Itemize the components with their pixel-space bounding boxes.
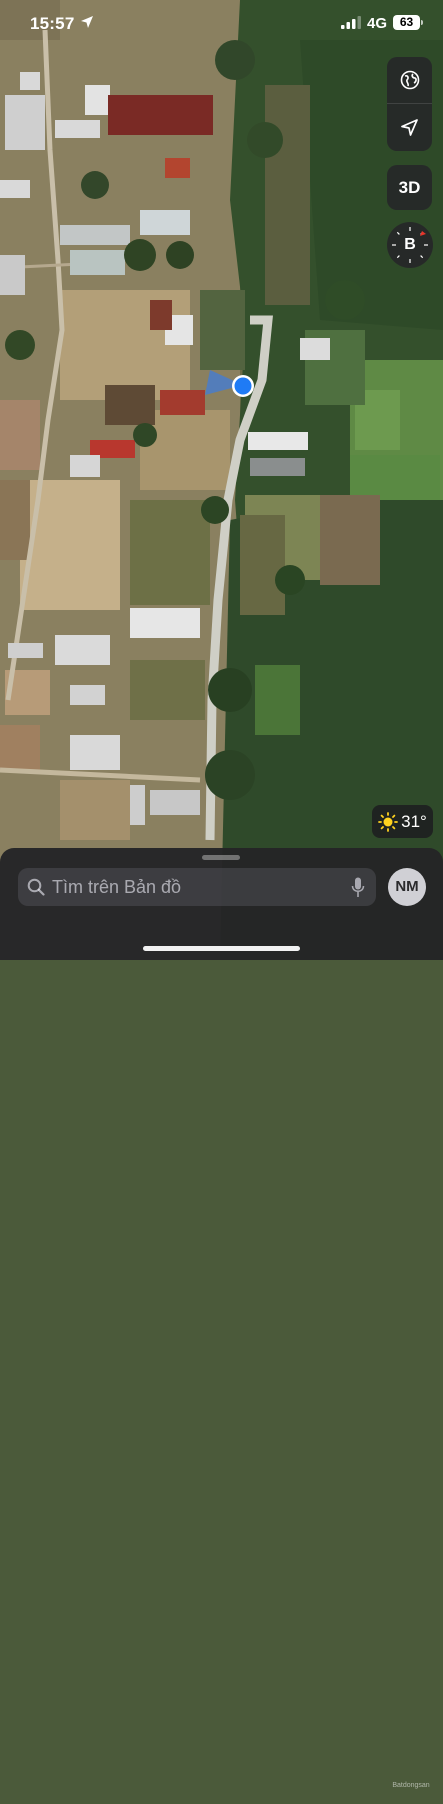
status-bar: 15:57 4G 63	[0, 0, 443, 48]
compass-button[interactable]: B	[387, 222, 433, 268]
weather-badge[interactable]: 31°	[372, 805, 433, 838]
watermark-logo: Batdongsan	[392, 1782, 430, 1789]
battery-level: 63	[399, 15, 414, 29]
microphone-icon[interactable]	[351, 877, 365, 898]
sheet-grabber[interactable]	[202, 855, 240, 860]
sun-icon	[378, 811, 399, 832]
current-location-button[interactable]	[387, 104, 432, 150]
map-type-button[interactable]	[387, 57, 432, 103]
network-type: 4G	[367, 15, 388, 32]
search-placeholder: Tìm trên Bản đồ	[52, 877, 182, 897]
home-indicator[interactable]	[143, 946, 300, 951]
search-icon	[27, 878, 45, 896]
location-services-icon	[81, 16, 93, 28]
search-sheet[interactable]: Tìm trên Bản đồ NM Batdongsan	[0, 848, 443, 1789]
battery-icon: 63	[393, 15, 420, 30]
search-field[interactable]: Tìm trên Bản đồ	[18, 868, 376, 906]
cellular-signal-icon	[341, 16, 361, 29]
globe-icon	[400, 70, 419, 90]
compass-north-letter: B	[404, 236, 416, 253]
battery-nub	[421, 20, 423, 25]
status-time: 15:57	[30, 14, 75, 33]
3d-button[interactable]: 3D	[387, 165, 432, 210]
map-controls	[387, 57, 432, 151]
location-arrow-icon	[401, 118, 418, 136]
weather-temperature: 31°	[401, 811, 427, 831]
profile-avatar[interactable]: NM	[388, 868, 426, 906]
